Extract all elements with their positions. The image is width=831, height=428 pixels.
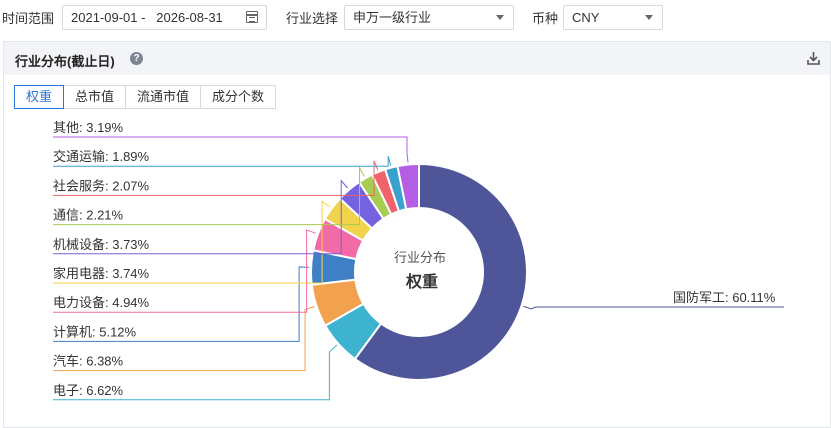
leader-line-0 [523,305,784,310]
slice-label-2: 汽车: 6.38% [53,354,124,369]
slice-label-9: 交通运输: 1.89% [53,149,150,164]
slice-label-6: 机械设备: 3.73% [53,237,150,252]
slice-label-1: 电子: 6.62% [53,383,124,398]
donut-center-label: 行业分布 [394,250,446,265]
donut-center-value: 权重 [405,272,438,291]
tab-weight[interactable]: 权重 [14,85,65,109]
slice-label-8: 社会服务: 2.07% [53,178,150,193]
slice-label-10: 其他: 3.19% [53,120,124,135]
slice-label-0: 国防军工: 60.11% [673,290,776,305]
slice-label-7: 通信: 2.21% [53,208,124,223]
slice-label-3: 计算机: 5.12% [53,324,137,339]
slice-label-4: 电力设备: 4.94% [53,295,150,310]
donut-slices [310,162,528,381]
slice-label-5: 家用电器: 3.74% [53,266,150,281]
donut-chart: 国防军工: 60.11% 电子: 6.62% 汽车: 6.38% 计算机: 5.12%… [53,120,784,401]
